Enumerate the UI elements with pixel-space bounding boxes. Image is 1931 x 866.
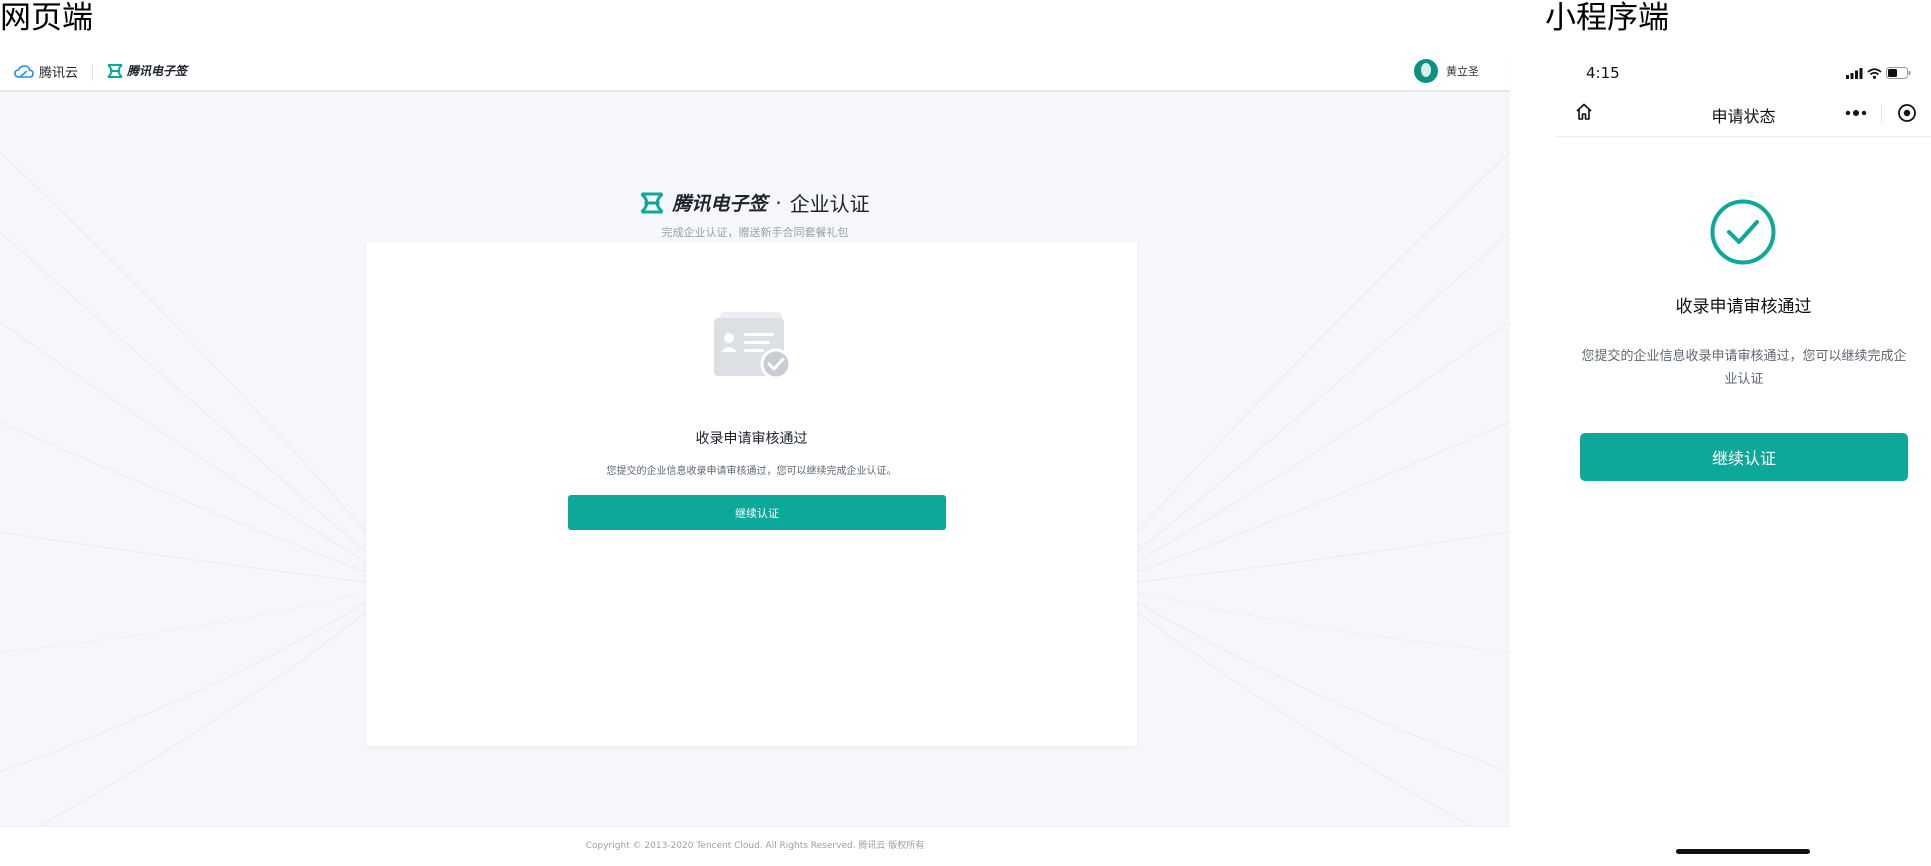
- check-circle-icon: [1710, 199, 1776, 265]
- more-icon[interactable]: [1845, 109, 1867, 117]
- header-divider: [92, 65, 93, 81]
- esign-brand-name: 腾讯电子签: [127, 64, 188, 78]
- home-indicator: [1676, 849, 1810, 854]
- status-bar: 4:15: [1556, 64, 1931, 86]
- tencent-cloud-logo[interactable]: 腾讯云: [14, 62, 78, 81]
- title-separator: ·: [775, 190, 782, 215]
- cloud-icon: [14, 64, 34, 78]
- card-title: 收录申请审核通过: [695, 431, 808, 447]
- user-name: 黄立圣: [1446, 65, 1479, 78]
- signal-icon: [1846, 67, 1863, 79]
- title-text: 企业认证: [789, 192, 870, 216]
- title-brand: 腾讯电子签: [672, 193, 768, 215]
- close-miniprogram-icon[interactable]: [1897, 103, 1917, 123]
- main-content: 腾讯电子签 · 企业认证 完成企业认证，赠送新手合同套餐礼包 收录申请审核通过 …: [0, 92, 1510, 826]
- top-nav-bar: 腾讯云 腾讯电子签 黄立圣: [0, 54, 1510, 92]
- avatar: [1414, 59, 1438, 83]
- page-title: 腾讯电子签 · 企业认证: [0, 188, 1510, 217]
- mini-program-section-label: 小程序端: [1545, 0, 1669, 36]
- continue-certification-button[interactable]: 继续认证: [1580, 433, 1908, 481]
- capsule-divider: [1881, 104, 1883, 122]
- wifi-icon: [1867, 67, 1882, 79]
- status-icons: [1846, 67, 1911, 79]
- esign-logo-icon: [640, 192, 664, 213]
- footer-copyright: Copyright © 2013-2020 Tencent Cloud. All…: [0, 826, 1510, 866]
- capsule-menu: [1838, 98, 1924, 128]
- page-subtitle: 完成企业认证，赠送新手合同套餐礼包: [661, 226, 849, 239]
- result-title: 收录申请审核通过: [1675, 297, 1812, 317]
- cloud-brand-name: 腾讯云: [39, 66, 79, 81]
- continue-certification-button[interactable]: 继续认证: [568, 495, 946, 530]
- nav-bar: 申请状态: [1556, 90, 1931, 137]
- esign-logo-icon: [107, 63, 123, 78]
- web-panel: 腾讯云 腾讯电子签 黄立圣 腾讯电子签 · 企业认证 完成企业认证，赠送新手合同…: [0, 54, 1510, 866]
- status-card: 收录申请审核通过 您提交的企业信息收录申请审核通过，您可以继续完成企业认证。 继…: [366, 242, 1137, 746]
- user-menu[interactable]: 黄立圣: [1414, 59, 1479, 83]
- mini-program-panel: 4:15 申请状态 收录申请审核通过 您提交的企业信息收录申请审核通过，您可以继…: [1556, 54, 1931, 865]
- esign-logo[interactable]: 腾讯电子签: [107, 62, 187, 79]
- web-section-label: 网页端: [0, 0, 93, 36]
- id-card-check-icon: [714, 312, 792, 380]
- card-description: 您提交的企业信息收录申请审核通过，您可以继续完成企业认证。: [606, 466, 897, 477]
- status-time: 4:15: [1586, 64, 1620, 82]
- result-description: 您提交的企业信息收录申请审核通过，您可以继续完成企业认证: [1581, 349, 1907, 387]
- battery-icon: [1886, 67, 1911, 79]
